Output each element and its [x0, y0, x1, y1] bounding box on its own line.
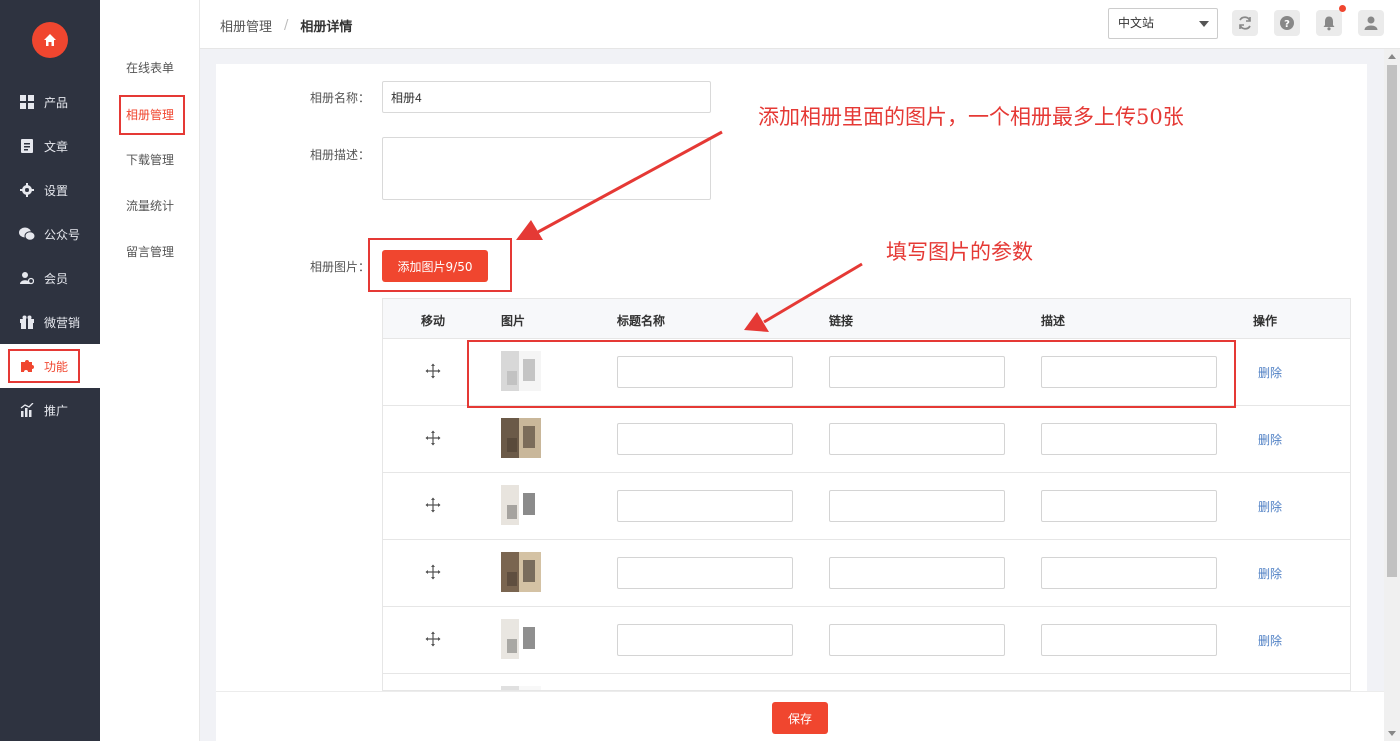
scroll-up-arrow-icon[interactable] [1388, 54, 1396, 59]
delete-link[interactable]: 删除 [1258, 364, 1282, 381]
col-title: 标题名称 [617, 314, 666, 328]
table-row: 删除 [383, 406, 1350, 473]
delete-link[interactable]: 删除 [1258, 431, 1282, 448]
gift-icon [19, 314, 35, 330]
table-header: 移动 图片 标题名称 链接 描述 操作 [383, 299, 1350, 339]
document-icon [19, 138, 35, 154]
title-input[interactable] [617, 423, 793, 455]
notification-badge [1339, 5, 1346, 12]
sidebar-item-wechat[interactable]: 公众号 [0, 212, 100, 256]
annotation-highlight-box [8, 349, 80, 383]
site-language-select[interactable]: 中文站 [1108, 8, 1218, 39]
description-input[interactable] [1041, 624, 1217, 656]
annotation-highlight-box [368, 238, 512, 292]
title-input[interactable] [617, 557, 793, 589]
sidebar-item-label: 产品 [44, 95, 69, 110]
move-drag-icon[interactable] [425, 631, 441, 647]
album-name-input[interactable] [382, 81, 711, 113]
user-avatar-icon[interactable] [1358, 10, 1384, 36]
delete-link[interactable]: 删除 [1258, 498, 1282, 515]
sidebar-item-members[interactable]: 会员 [0, 256, 100, 300]
sidebar-item-articles[interactable]: 文章 [0, 124, 100, 168]
breadcrumb-current: 相册详情 [300, 20, 353, 35]
sidebar-item-products[interactable]: 产品 [0, 80, 100, 124]
sidebar-item-promotion[interactable]: 推广 [0, 388, 100, 432]
description-input[interactable] [1041, 490, 1217, 522]
sub-sidebar: 在线表单 相册管理 下载管理 流量统计 留言管理 [100, 0, 200, 741]
scrollbar[interactable] [1384, 49, 1400, 741]
member-icon [19, 270, 35, 286]
table-row: 删除 [383, 607, 1350, 674]
col-image: 图片 [501, 314, 526, 328]
subnav-item-message-manage[interactable]: 留言管理 [126, 242, 174, 262]
annotation-highlight-box [119, 95, 185, 135]
sidebar-item-label: 推广 [44, 403, 69, 418]
image-thumbnail [501, 552, 541, 592]
sidebar-item-settings[interactable]: 设置 [0, 168, 100, 212]
annotation-text: 添加相册里面的图片，一个相册最多上传50张 [758, 105, 1184, 129]
album-desc-textarea[interactable] [382, 137, 711, 200]
site-select-value: 中文站 [1118, 16, 1155, 30]
title-input[interactable] [617, 624, 793, 656]
col-action: 操作 [1253, 314, 1278, 328]
home-icon[interactable] [32, 22, 68, 58]
sidebar-item-marketing[interactable]: 微营销 [0, 300, 100, 344]
breadcrumb-separator: / [284, 18, 289, 33]
top-header: 相册管理 / 相册详情 中文站 ? [200, 0, 1400, 49]
col-move: 移动 [421, 314, 446, 328]
main-sidebar: 产品 文章 设置 公众号 会员 微营销 功能 推广 [0, 0, 100, 741]
album-images-label: 相册图片： [310, 260, 371, 274]
delete-link[interactable]: 删除 [1258, 565, 1282, 582]
table-row: 删除 [383, 540, 1350, 607]
link-input[interactable] [829, 490, 1005, 522]
sidebar-item-label: 微营销 [44, 315, 81, 330]
subnav-item-traffic-stats[interactable]: 流量统计 [126, 196, 174, 216]
help-icon[interactable]: ? [1274, 10, 1300, 36]
image-thumbnail [501, 418, 541, 458]
sidebar-item-label: 会员 [44, 271, 69, 286]
svg-text:?: ? [1284, 19, 1290, 30]
move-drag-icon[interactable] [425, 430, 441, 446]
subnav-item-online-form[interactable]: 在线表单 [126, 58, 174, 78]
footer-bar: 保存 [216, 691, 1384, 741]
breadcrumb-parent[interactable]: 相册管理 [220, 16, 272, 35]
description-input[interactable] [1041, 423, 1217, 455]
link-input[interactable] [829, 423, 1005, 455]
col-link: 链接 [829, 314, 854, 328]
sidebar-item-features[interactable]: 功能 [0, 344, 100, 388]
sidebar-item-label: 公众号 [44, 227, 81, 242]
delete-link[interactable]: 删除 [1258, 632, 1282, 649]
image-thumbnail [501, 485, 541, 525]
refresh-icon[interactable] [1232, 10, 1258, 36]
link-input[interactable] [829, 557, 1005, 589]
annotation-highlight-box [467, 340, 1236, 408]
breadcrumb: 相册管理 / 相册详情 [220, 16, 352, 35]
move-drag-icon[interactable] [425, 564, 441, 580]
scrollbar-thumb[interactable] [1387, 65, 1397, 577]
subnav-item-download-manage[interactable]: 下载管理 [126, 150, 174, 170]
sidebar-item-label: 设置 [44, 183, 69, 198]
table-row: 删除 [383, 473, 1350, 540]
title-input[interactable] [617, 490, 793, 522]
scroll-down-arrow-icon[interactable] [1388, 731, 1396, 736]
chevron-down-icon [1199, 21, 1209, 27]
wechat-icon [19, 226, 35, 242]
image-thumbnail [501, 619, 541, 659]
chart-icon [19, 402, 35, 418]
table-row: 删除 [383, 674, 1350, 690]
link-input[interactable] [829, 624, 1005, 656]
col-desc: 描述 [1041, 314, 1066, 328]
grid-icon [19, 94, 35, 110]
gear-icon [19, 182, 35, 198]
move-drag-icon[interactable] [425, 497, 441, 513]
album-name-label: 相册名称： [310, 91, 371, 105]
description-input[interactable] [1041, 557, 1217, 589]
move-drag-icon[interactable] [425, 363, 441, 379]
album-desc-label: 相册描述： [310, 148, 371, 162]
sidebar-item-label: 文章 [44, 139, 69, 154]
annotation-text: 填写图片的参数 [886, 240, 1033, 264]
save-button[interactable]: 保存 [772, 702, 828, 734]
bell-icon[interactable] [1316, 10, 1342, 36]
